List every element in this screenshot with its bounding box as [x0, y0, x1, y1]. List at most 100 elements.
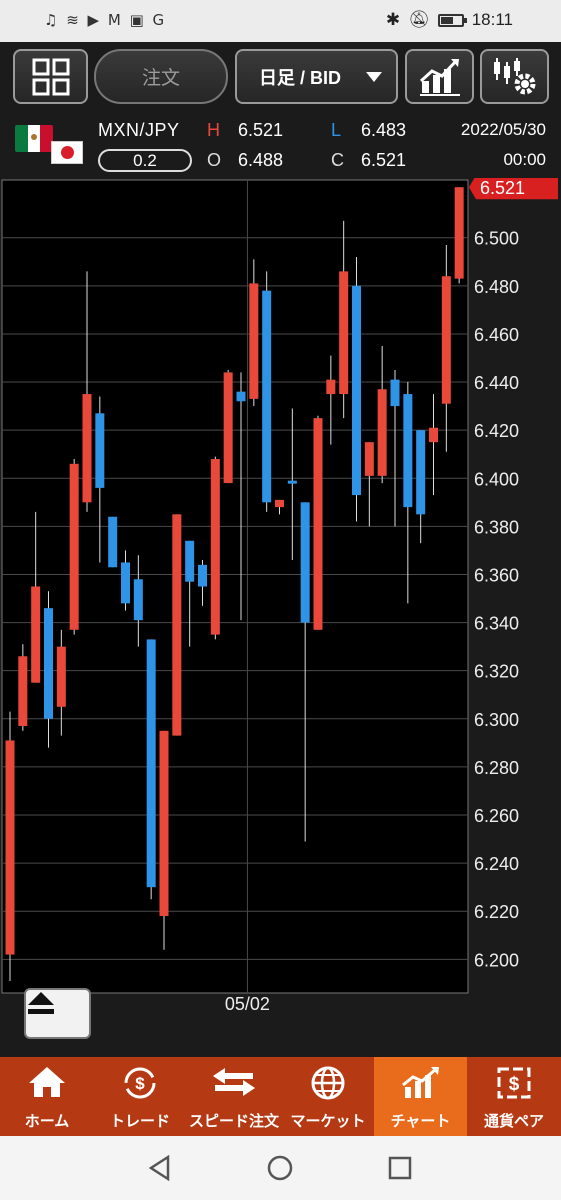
candle-body	[198, 564, 207, 587]
candle[interactable]	[172, 514, 182, 736]
low-label: L	[331, 120, 342, 140]
nav-speed-order[interactable]: スピード注文	[186, 1057, 282, 1136]
nav-currency-pair[interactable]: $ 通貨ペア	[467, 1057, 561, 1136]
candle-body	[5, 740, 15, 955]
order-button[interactable]: 注文	[94, 49, 228, 104]
currency-pair-icon: $	[497, 1067, 531, 1099]
candle-body	[82, 394, 92, 503]
candlestick-chart[interactable]: 6.500 6.480 6.460 6.440 6.420 6.400 6.380 6.360…	[0, 178, 561, 1048]
japan-flag-icon	[51, 141, 83, 164]
svg-text:$: $	[509, 1074, 520, 1095]
candle-body	[210, 459, 220, 635]
candle-body	[377, 389, 387, 476]
home-circle-icon[interactable]	[266, 1154, 294, 1182]
candle-body	[313, 418, 323, 630]
y-tick-label: 6.340	[474, 614, 519, 634]
y-tick-label: 6.480	[474, 277, 519, 297]
y-tick-label: 6.220	[474, 902, 519, 922]
candle[interactable]	[108, 516, 118, 568]
period-select[interactable]: 日足 / BID	[235, 49, 398, 104]
candle[interactable]	[210, 456, 220, 640]
y-tick-label: 6.400	[474, 469, 519, 489]
low-value: 6.483	[361, 120, 407, 140]
bar-date: 2022/05/30	[460, 120, 546, 139]
candle[interactable]	[18, 644, 28, 731]
y-tick-label: 6.200	[474, 950, 519, 970]
nav-market[interactable]: マーケット	[282, 1057, 374, 1136]
candle-body	[121, 562, 130, 604]
clock: 18:11	[471, 10, 513, 29]
nav-currency-pair-label: 通貨ペア	[483, 1113, 544, 1130]
candle[interactable]	[454, 187, 464, 284]
grid-icon	[32, 58, 69, 95]
mute-icon: 🔕︎	[408, 10, 430, 29]
candle[interactable]	[146, 639, 156, 900]
candle-body	[236, 391, 246, 402]
chart-canvas[interactable]: 6.500 6.480 6.460 6.440 6.420 6.400 6.380 6.360…	[0, 178, 561, 1048]
y-tick-label: 6.260	[474, 806, 519, 826]
bottom-navigation: ホーム $ トレード スピード注文 マーケット チャート $ 通貨ペア	[0, 1057, 561, 1136]
layout-grid-button[interactable]	[13, 49, 88, 104]
chart-toolbar: 注文 日足 / BID	[0, 42, 561, 112]
currency-pair: MXN/JPY	[98, 120, 180, 140]
system-navigation	[0, 1136, 561, 1200]
candle[interactable]	[69, 459, 79, 635]
home-icon	[29, 1067, 65, 1097]
x-tick-label: 05/02	[225, 994, 270, 1014]
nav-home[interactable]: ホーム	[0, 1057, 94, 1136]
nav-trade[interactable]: $ トレード	[94, 1057, 186, 1136]
current-price-tag: 6.521	[469, 178, 558, 200]
candle-body	[108, 516, 118, 568]
candle[interactable]	[5, 711, 15, 981]
y-tick-label: 6.300	[474, 710, 519, 730]
spread-badge: 0.2	[98, 149, 192, 172]
status-bar: ♫ ≋ ▶ M ▣ G ✱ 🔕︎ 18:11	[0, 0, 561, 42]
recents-icon[interactable]	[386, 1154, 414, 1182]
collapse-panel-button[interactable]	[24, 988, 91, 1039]
speed-order-icon	[213, 1068, 255, 1096]
battery-icon	[437, 13, 467, 27]
candle-body	[185, 540, 195, 582]
candle-body	[44, 608, 53, 719]
y-tick-label: 6.320	[474, 662, 519, 682]
y-tick-label: 6.380	[474, 517, 519, 537]
chart-icon	[401, 1067, 439, 1098]
candle-body	[454, 187, 464, 279]
candle-gear-icon	[493, 57, 535, 94]
candle-body	[18, 656, 28, 727]
candle[interactable]	[313, 415, 323, 630]
eject-icon	[28, 992, 54, 1014]
period-label: 日足 / BID	[259, 67, 342, 88]
nav-chart-label: チャート	[390, 1113, 451, 1130]
candle[interactable]	[262, 271, 272, 512]
candle[interactable]	[223, 370, 233, 484]
candle-body	[146, 639, 156, 888]
y-tick-label: 6.240	[474, 854, 519, 874]
candle-body	[56, 646, 66, 707]
back-icon[interactable]	[146, 1154, 174, 1182]
open-label: O	[207, 150, 222, 170]
candle-body	[133, 579, 143, 621]
candle-body	[300, 502, 310, 623]
candle-body	[69, 463, 79, 630]
candle-body	[287, 480, 297, 484]
candle-body	[95, 413, 105, 488]
candle-body	[172, 514, 182, 736]
bar-chart-trend-icon	[419, 58, 460, 96]
high-label: H	[207, 120, 220, 140]
candle[interactable]	[352, 256, 361, 522]
candle-body	[364, 442, 374, 476]
quote-panel: MXN/JPY 0.2 H 6.521 O 6.488 L 6.483 C 6.…	[0, 112, 561, 178]
status-right: ✱ 🔕︎ 18:11	[386, 10, 513, 30]
price-tag-label: 6.521	[480, 178, 525, 198]
indicator-button[interactable]	[405, 49, 474, 104]
candle-body	[416, 430, 426, 515]
candle-body	[223, 372, 233, 484]
chart-settings-button[interactable]	[480, 49, 549, 104]
candle-body	[390, 379, 400, 407]
nav-chart[interactable]: チャート	[374, 1057, 467, 1136]
notification-icons: ♫ ≋ ▶ M ▣ G	[44, 11, 167, 29]
candle-body	[339, 271, 349, 395]
y-tick-label: 6.500	[474, 229, 519, 249]
nav-speed-order-label: スピード注文	[188, 1113, 279, 1130]
